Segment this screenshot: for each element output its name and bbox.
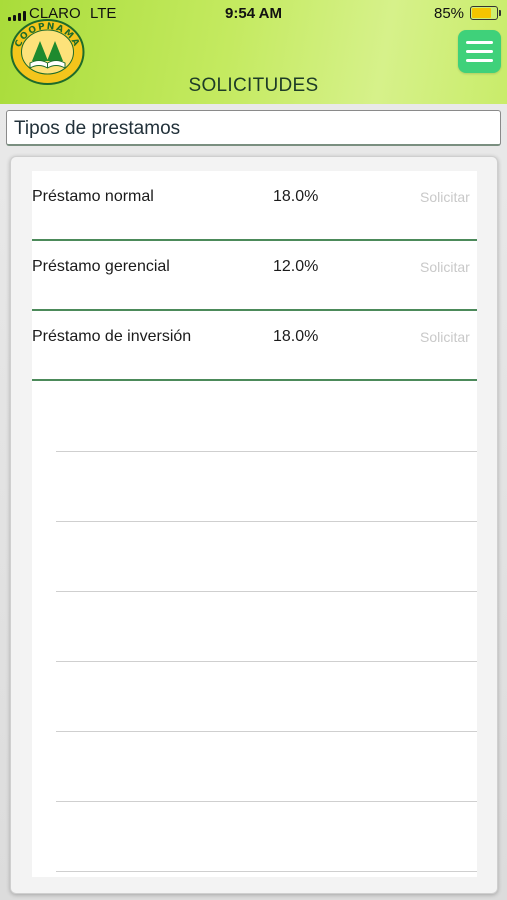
loan-name: Préstamo normal bbox=[32, 188, 154, 205]
battery-percent: 85% bbox=[434, 5, 465, 22]
loans-card: Préstamo normal 18.0% Solicitar Préstamo… bbox=[10, 156, 498, 894]
request-button[interactable]: Solicitar bbox=[420, 329, 477, 345]
battery-icon bbox=[470, 6, 501, 20]
menu-button[interactable] bbox=[458, 30, 501, 73]
battery-fill bbox=[472, 8, 491, 18]
main-content: Tipos de prestamos Préstamo normal 18.0%… bbox=[0, 104, 507, 900]
empty-row-divider bbox=[56, 591, 477, 592]
request-button[interactable]: Solicitar bbox=[420, 189, 477, 205]
hamburger-icon bbox=[466, 41, 493, 44]
loan-name: Préstamo gerencial bbox=[32, 258, 170, 275]
empty-row-divider bbox=[56, 661, 477, 662]
loan-row[interactable]: Préstamo de inversión 18.0% Solicitar bbox=[32, 311, 477, 381]
request-button[interactable]: Solicitar bbox=[420, 259, 477, 275]
app-header: CLARO LTE 9:54 AM 85% COOPNAMA SOLICITUD… bbox=[0, 0, 507, 104]
loan-row[interactable]: Préstamo gerencial 12.0% Solicitar bbox=[32, 241, 477, 311]
section-header: Tipos de prestamos bbox=[6, 110, 501, 146]
empty-row-divider bbox=[56, 451, 477, 452]
loan-list: Préstamo normal 18.0% Solicitar Préstamo… bbox=[32, 171, 477, 877]
loan-row[interactable]: Préstamo normal 18.0% Solicitar bbox=[32, 171, 477, 241]
empty-row-divider bbox=[56, 521, 477, 522]
empty-row-divider bbox=[56, 731, 477, 732]
loan-rate: 18.0% bbox=[273, 188, 319, 205]
loan-rate: 18.0% bbox=[273, 328, 319, 345]
section-title: Tipos de prestamos bbox=[14, 118, 181, 139]
empty-row-divider bbox=[56, 801, 477, 802]
loan-rate: 12.0% bbox=[273, 258, 319, 275]
page-title: SOLICITUDES bbox=[188, 75, 319, 96]
empty-row-divider bbox=[56, 871, 477, 872]
loan-name: Préstamo de inversión bbox=[32, 328, 192, 345]
